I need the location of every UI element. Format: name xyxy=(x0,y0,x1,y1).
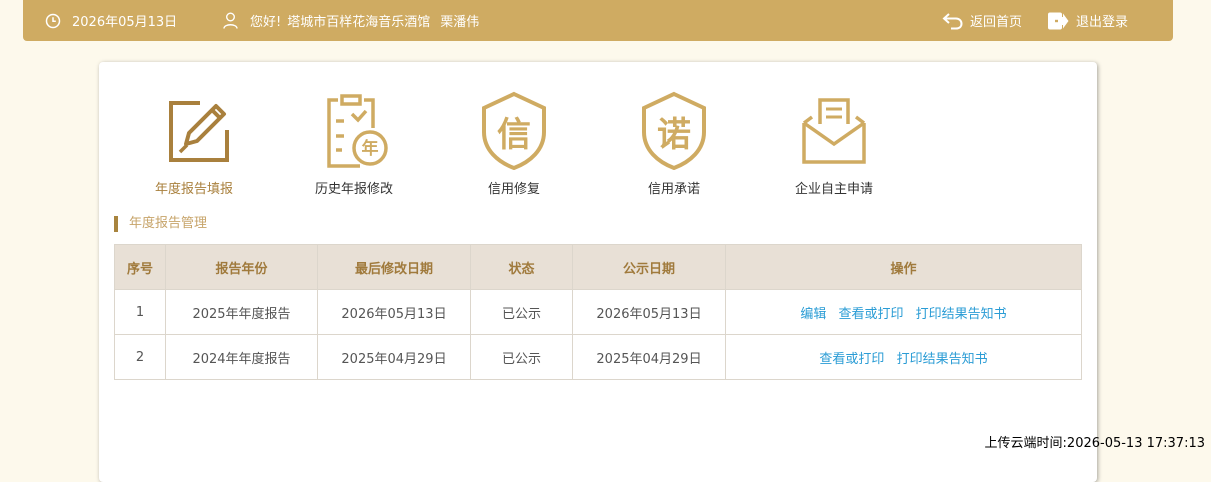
top-bar: 2026年05月13日 您好! 塔城市百样花海音乐酒馆 栗潘伟 返回首页 退出登… xyxy=(23,0,1173,41)
envelope-icon xyxy=(794,90,874,170)
return-arrow-icon xyxy=(942,12,964,30)
menu-label: 信用修复 xyxy=(487,182,540,197)
clock-icon xyxy=(45,13,61,29)
table-row: 1 2025年年度报告 2026年05月13日 已公示 2026年05月13日 … xyxy=(114,289,1082,335)
org-name: 塔城市百样花海音乐酒馆 xyxy=(287,15,431,30)
table-header-row: 序号 报告年份 最后修改日期 状态 公示日期 操作 xyxy=(114,244,1082,290)
print-notice-link[interactable]: 打印结果告知书 xyxy=(897,352,988,367)
badge-text: 信 xyxy=(497,115,531,155)
annual-report-table: 序号 报告年份 最后修改日期 状态 公示日期 操作 1 2025年年度报告 20… xyxy=(114,244,1082,380)
menu-credit-repair[interactable]: 信 信用修复 xyxy=(444,90,584,197)
cell-publish-date: 2026年05月13日 xyxy=(572,289,726,335)
cell-actions: 编辑 查看或打印 打印结果告知书 xyxy=(725,289,1082,335)
column-header: 报告年份 xyxy=(165,244,318,290)
logout-label: 退出登录 xyxy=(1076,15,1129,30)
main-panel: 年度报告填报 年 历史年报修改 信 信用修复 诺 信用承诺 企业自主申请 年度报… xyxy=(99,62,1097,482)
menu-label: 年度报告填报 xyxy=(154,182,233,197)
column-header: 操作 xyxy=(725,244,1082,290)
badge-text: 诺 xyxy=(657,115,691,155)
home-link[interactable]: 返回首页 xyxy=(942,0,1022,41)
menu-label: 历史年报修改 xyxy=(314,182,393,197)
column-header: 序号 xyxy=(114,244,166,290)
credit-promise-shield-icon: 诺 xyxy=(634,90,714,171)
cell-modified-date: 2025年04月29日 xyxy=(317,334,471,380)
logout-icon xyxy=(1047,11,1069,31)
credit-repair-shield-icon: 信 xyxy=(474,90,554,171)
cell-index: 2 xyxy=(114,334,166,380)
menu-history-report-edit[interactable]: 年 历史年报修改 xyxy=(284,90,424,197)
logout-link[interactable]: 退出登录 xyxy=(1047,0,1128,41)
section-title: 年度报告管理 xyxy=(114,216,207,232)
upload-time: 上传云端时间:2026-05-13 17:37:13 xyxy=(984,436,1205,451)
view-print-link[interactable]: 查看或打印 xyxy=(819,352,884,367)
table-row: 2 2024年年度报告 2025年04月29日 已公示 2025年04月29日 … xyxy=(114,334,1082,380)
menu-label: 信用承诺 xyxy=(647,182,700,197)
user-name: 栗潘伟 xyxy=(440,15,480,30)
cell-actions: 查看或打印 打印结果告知书 xyxy=(725,334,1082,380)
user-icon xyxy=(223,12,238,29)
edit-link[interactable]: 编辑 xyxy=(800,307,826,322)
cell-report-year: 2024年年度报告 xyxy=(165,334,318,380)
menu-enterprise-application[interactable]: 企业自主申请 xyxy=(764,90,904,197)
cell-status: 已公示 xyxy=(470,334,573,380)
column-header: 最后修改日期 xyxy=(317,244,471,290)
column-header: 状态 xyxy=(470,244,573,290)
home-link-label: 返回首页 xyxy=(970,15,1023,30)
cell-modified-date: 2026年05月13日 xyxy=(317,289,471,335)
greeting-text: 您好! xyxy=(250,15,282,30)
badge-text: 年 xyxy=(362,138,379,159)
menu-credit-promise[interactable]: 诺 信用承诺 xyxy=(604,90,744,197)
print-notice-link[interactable]: 打印结果告知书 xyxy=(916,307,1007,322)
history-report-icon: 年 xyxy=(314,90,394,170)
current-date: 2026年05月13日 xyxy=(72,15,178,30)
cell-publish-date: 2025年04月29日 xyxy=(572,334,726,380)
user-greeting: 您好! 塔城市百样花海音乐酒馆 栗潘伟 xyxy=(223,0,479,41)
column-header: 公示日期 xyxy=(572,244,726,290)
date-display: 2026年05月13日 xyxy=(45,0,177,41)
cell-status: 已公示 xyxy=(470,289,573,335)
menu-annual-report-fill[interactable]: 年度报告填报 xyxy=(124,90,264,197)
cell-index: 1 xyxy=(114,289,166,335)
report-edit-icon xyxy=(154,90,234,170)
view-print-link[interactable]: 查看或打印 xyxy=(838,307,903,322)
menu-label: 企业自主申请 xyxy=(794,182,873,197)
cell-report-year: 2025年年度报告 xyxy=(165,289,318,335)
